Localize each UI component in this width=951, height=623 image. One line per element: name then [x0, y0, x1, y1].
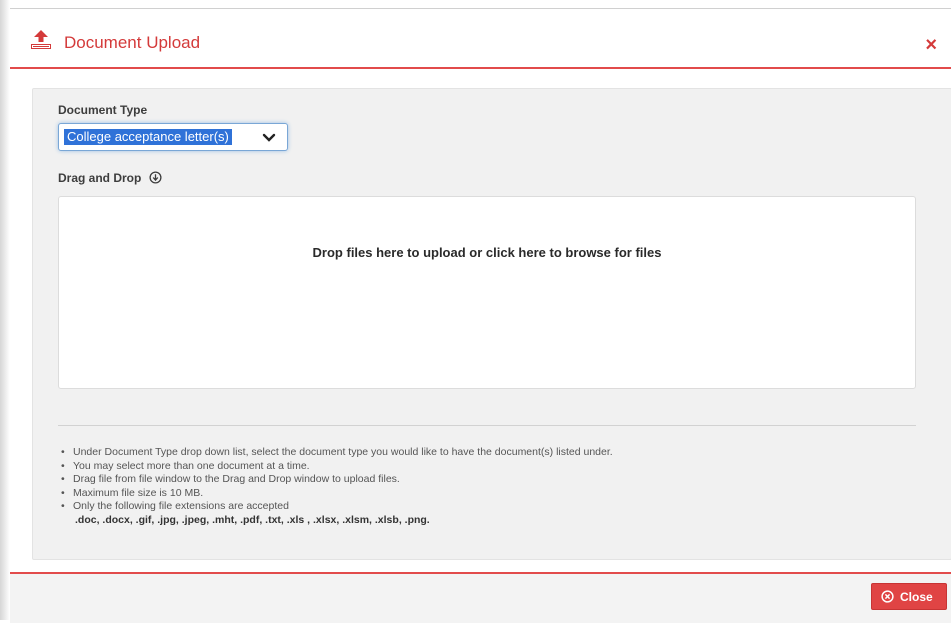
chevron-down-icon — [262, 133, 276, 142]
document-type-select[interactable]: College acceptance letter(s) — [58, 123, 288, 151]
close-x-button[interactable]: × — [925, 35, 937, 55]
upload-icon — [31, 30, 51, 49]
upload-panel: Document Type College acceptance letter(… — [32, 88, 951, 560]
drop-zone-text[interactable]: Drop files here to upload or click here … — [59, 245, 915, 260]
document-upload-dialog: Document Upload × Document Type College … — [10, 8, 951, 623]
list-item: • You may select more than one document a… — [61, 459, 310, 472]
document-type-label: Document Type — [58, 103, 148, 117]
close-button[interactable]: Close — [871, 583, 947, 610]
drag-drop-label: Drag and Drop — [58, 171, 142, 185]
drop-zone[interactable]: Drop files here to upload or click here … — [58, 196, 916, 389]
allowed-extensions: .doc, .docx, .gif, .jpg, .jpeg, .mht, .p… — [75, 513, 430, 526]
page-backdrop — [0, 0, 10, 620]
drag-drop-label-row: Drag and Drop — [58, 169, 162, 187]
dialog-footer: Close — [10, 572, 951, 623]
list-item: • Drag file from file window to the Drag … — [61, 473, 400, 485]
list-item: • Maximum file size is 10 MB. — [61, 486, 204, 499]
document-type-selected: College acceptance letter(s) — [64, 129, 232, 145]
divider — [58, 425, 916, 426]
circle-x-icon — [881, 590, 894, 603]
instructions-list: • Under Document Type drop down list, sel… — [61, 446, 613, 527]
list-item: • Under Document Type drop down list, sel… — [61, 446, 613, 458]
dialog-header: Document Upload × — [10, 9, 951, 69]
dialog-title: Document Upload — [64, 33, 201, 52]
circle-arrow-down-icon — [149, 171, 162, 184]
close-button-label: Close — [900, 590, 933, 604]
list-item: • Only the following file extensions are … — [61, 500, 289, 512]
